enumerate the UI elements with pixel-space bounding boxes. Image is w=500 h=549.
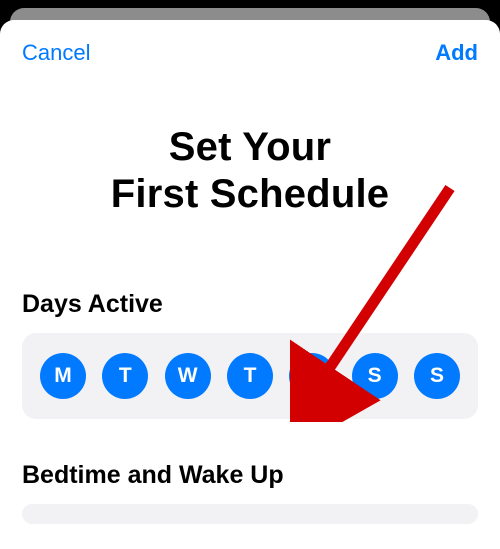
cancel-button[interactable]: Cancel: [22, 40, 90, 66]
nav-bar: Cancel Add: [0, 20, 500, 66]
title-line-2: First Schedule: [0, 171, 500, 218]
days-active-label: Days Active: [0, 290, 500, 319]
page-title: Set Your First Schedule: [0, 124, 500, 218]
day-toggle-tuesday[interactable]: T: [102, 353, 148, 399]
bedtime-wakeup-label: Bedtime and Wake Up: [0, 461, 500, 490]
day-toggle-saturday[interactable]: S: [352, 353, 398, 399]
day-toggle-wednesday[interactable]: W: [165, 353, 211, 399]
title-line-1: Set Your: [0, 124, 500, 171]
day-toggle-friday[interactable]: F: [289, 353, 335, 399]
day-toggle-thursday[interactable]: T: [227, 353, 273, 399]
bedtime-wakeup-card[interactable]: [22, 504, 478, 524]
add-button[interactable]: Add: [435, 40, 478, 66]
modal-sheet: Cancel Add Set Your First Schedule Days …: [0, 20, 500, 549]
days-active-selector: M T W T F S S: [22, 333, 478, 419]
day-toggle-monday[interactable]: M: [40, 353, 86, 399]
day-toggle-sunday[interactable]: S: [414, 353, 460, 399]
